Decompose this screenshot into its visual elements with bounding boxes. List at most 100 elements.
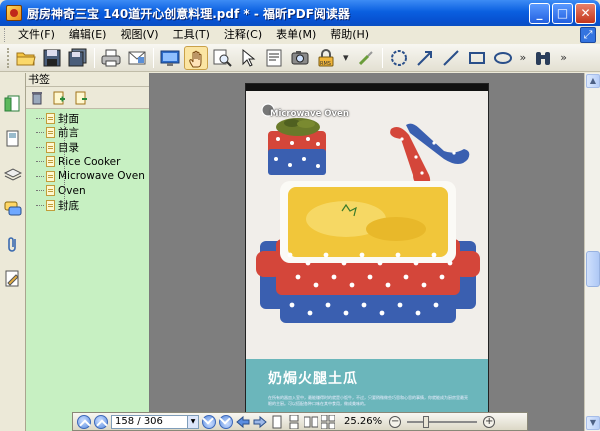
binoculars-icon[interactable] (531, 46, 555, 70)
fullscreen-icon[interactable] (158, 46, 182, 70)
bookmark-label: Rice Cooker (58, 155, 121, 168)
arrow-tool-icon[interactable] (413, 46, 437, 70)
bookmark-item[interactable]: 前言 (36, 126, 149, 141)
zoom-slider[interactable] (407, 415, 478, 428)
bookmark-page-icon (46, 127, 55, 139)
minimize-button[interactable]: _ (529, 2, 550, 24)
rms-dropdown-icon[interactable]: ▾ (343, 51, 349, 64)
close-button[interactable]: ✕ (575, 2, 596, 24)
menu-comments[interactable]: 注释(C) (217, 26, 269, 44)
toolbar-separator (381, 47, 383, 68)
title-bar[interactable]: 厨房神奇三宝 140道开心创意料理.pdf * - 福昕PDF阅读器 _ □ ✕ (0, 0, 600, 26)
page-navigation-bar: 158 / 306 ▼ 25.26% − + (72, 412, 528, 431)
single-page-icon[interactable] (270, 415, 284, 429)
circle-tool-icon[interactable] (387, 46, 411, 70)
bookmark-item[interactable]: 目录 (36, 140, 149, 155)
bookmark-label: Oven (58, 184, 86, 197)
menu-forms[interactable]: 表单(M) (269, 26, 323, 44)
layers-tab-icon[interactable] (3, 165, 23, 183)
menu-tools[interactable]: 工具(T) (166, 26, 217, 44)
maximize-button[interactable]: □ (552, 2, 573, 24)
save-all-icon[interactable] (66, 46, 90, 70)
app-icon[interactable] (6, 5, 22, 21)
expand-bookmark-icon[interactable] (52, 91, 66, 105)
add-bookmark-icon[interactable] (74, 91, 88, 105)
zoom-out-icon[interactable]: − (389, 415, 402, 428)
toolbar-separator (153, 47, 154, 68)
toolbar-overflow-icon[interactable]: » (520, 51, 527, 64)
previous-page-icon[interactable] (94, 414, 108, 429)
main-toolbar: RMS ▾ » » (0, 44, 600, 72)
bookmarks-tab-icon[interactable] (4, 95, 22, 113)
bookmark-item[interactable]: Microwave Oven (36, 169, 149, 184)
hand-tool-icon[interactable] (184, 45, 208, 70)
rms-icon[interactable]: RMS (314, 46, 338, 70)
open-folder-icon[interactable] (14, 46, 38, 70)
window-controls: _ □ ✕ (529, 2, 596, 24)
email-icon[interactable] (125, 46, 149, 70)
first-page-icon[interactable] (77, 414, 91, 429)
page-number-value: 158 / 306 (115, 415, 163, 427)
menu-help[interactable]: 帮助(H) (323, 26, 376, 44)
signatures-tab-icon[interactable] (4, 270, 22, 288)
minimize-icon: _ (536, 5, 543, 20)
save-icon[interactable] (40, 46, 64, 70)
page-dropdown-icon[interactable]: ▼ (187, 415, 198, 428)
menu-view[interactable]: 视图(V) (113, 26, 165, 44)
zoom-slider-knob[interactable] (423, 415, 430, 428)
bookmark-item[interactable]: Oven (36, 184, 149, 199)
bookmark-page-icon (46, 185, 55, 197)
select-arrow-icon[interactable] (236, 46, 260, 70)
tree-connector (36, 132, 44, 134)
dish-description: 在所有的器皿入室中，最能赚得时的就是小饭牛，不过，只要稍微做些巧思和心思的事情，… (268, 395, 468, 406)
tree-connector (36, 161, 44, 163)
line-tool-icon[interactable] (439, 46, 463, 70)
bookmark-label: 封面 (58, 112, 79, 125)
bookmark-item[interactable]: Rice Cooker (36, 155, 149, 170)
facing-pages-icon[interactable] (303, 415, 319, 429)
menu-grip[interactable] (4, 28, 7, 42)
continuous-page-icon[interactable] (287, 414, 301, 429)
bookmark-tree: 封面 前言 目录 Rice Cooker Microwave Oven Oven… (26, 109, 149, 213)
page-top-strip (246, 84, 488, 91)
section-label: Microwave Oven (270, 109, 349, 119)
scroll-up-arrow-icon[interactable]: ▲ (586, 74, 600, 88)
bookmark-label: 前言 (58, 127, 79, 140)
pages-tab-icon[interactable] (4, 130, 22, 148)
continuous-facing-icon[interactable] (320, 414, 336, 429)
bookmark-item[interactable]: 封面 (36, 111, 149, 126)
ellipse-tool-icon[interactable] (491, 46, 515, 70)
zoom-tool-icon[interactable] (210, 46, 234, 70)
navigation-tabs (0, 73, 26, 431)
bookmark-item[interactable]: 封底 (36, 198, 149, 213)
rectangle-tool-icon[interactable] (465, 46, 489, 70)
menu-file[interactable]: 文件(F) (11, 26, 62, 44)
toolbar-overflow-icon-2[interactable]: » (560, 51, 567, 64)
page-number-input[interactable]: 158 / 306 ▼ (111, 414, 199, 429)
menu-edit[interactable]: 编辑(E) (62, 26, 114, 44)
text-select-icon[interactable] (262, 46, 286, 70)
zoom-level[interactable]: 25.26% (344, 416, 382, 427)
last-page-icon[interactable] (219, 414, 233, 429)
pdf-page[interactable]: Microwave Oven 奶焗火腿土瓜 在所有的器皿入室中，最能赚得时的就是… (245, 83, 489, 431)
scroll-down-arrow-icon[interactable]: ▼ (586, 416, 600, 430)
restore-document-icon[interactable]: ⤢ (580, 27, 596, 43)
next-page-icon[interactable] (202, 414, 216, 429)
back-arrow-icon[interactable] (236, 415, 250, 429)
delete-bookmark-icon[interactable] (30, 91, 44, 105)
zoom-in-icon[interactable]: + (483, 415, 496, 428)
tree-connector (36, 204, 44, 206)
print-icon[interactable] (99, 46, 123, 70)
document-view[interactable]: Microwave Oven 奶焗火腿土瓜 在所有的器皿入室中，最能赚得时的就是… (150, 73, 584, 431)
snapshot-icon[interactable] (288, 46, 312, 70)
forward-arrow-icon[interactable] (253, 415, 267, 429)
bookmark-toolbar (26, 87, 149, 109)
vertical-scrollbar[interactable]: ▲ ▼ (584, 73, 600, 431)
bookmark-page-icon (46, 170, 55, 182)
attachments-tab-icon[interactable] (4, 235, 22, 253)
bookmark-page-icon (46, 112, 55, 124)
scroll-thumb[interactable] (586, 251, 600, 287)
link-icon[interactable] (354, 46, 378, 70)
comments-tab-icon[interactable] (4, 200, 22, 218)
toolbar-grip[interactable] (7, 47, 10, 68)
